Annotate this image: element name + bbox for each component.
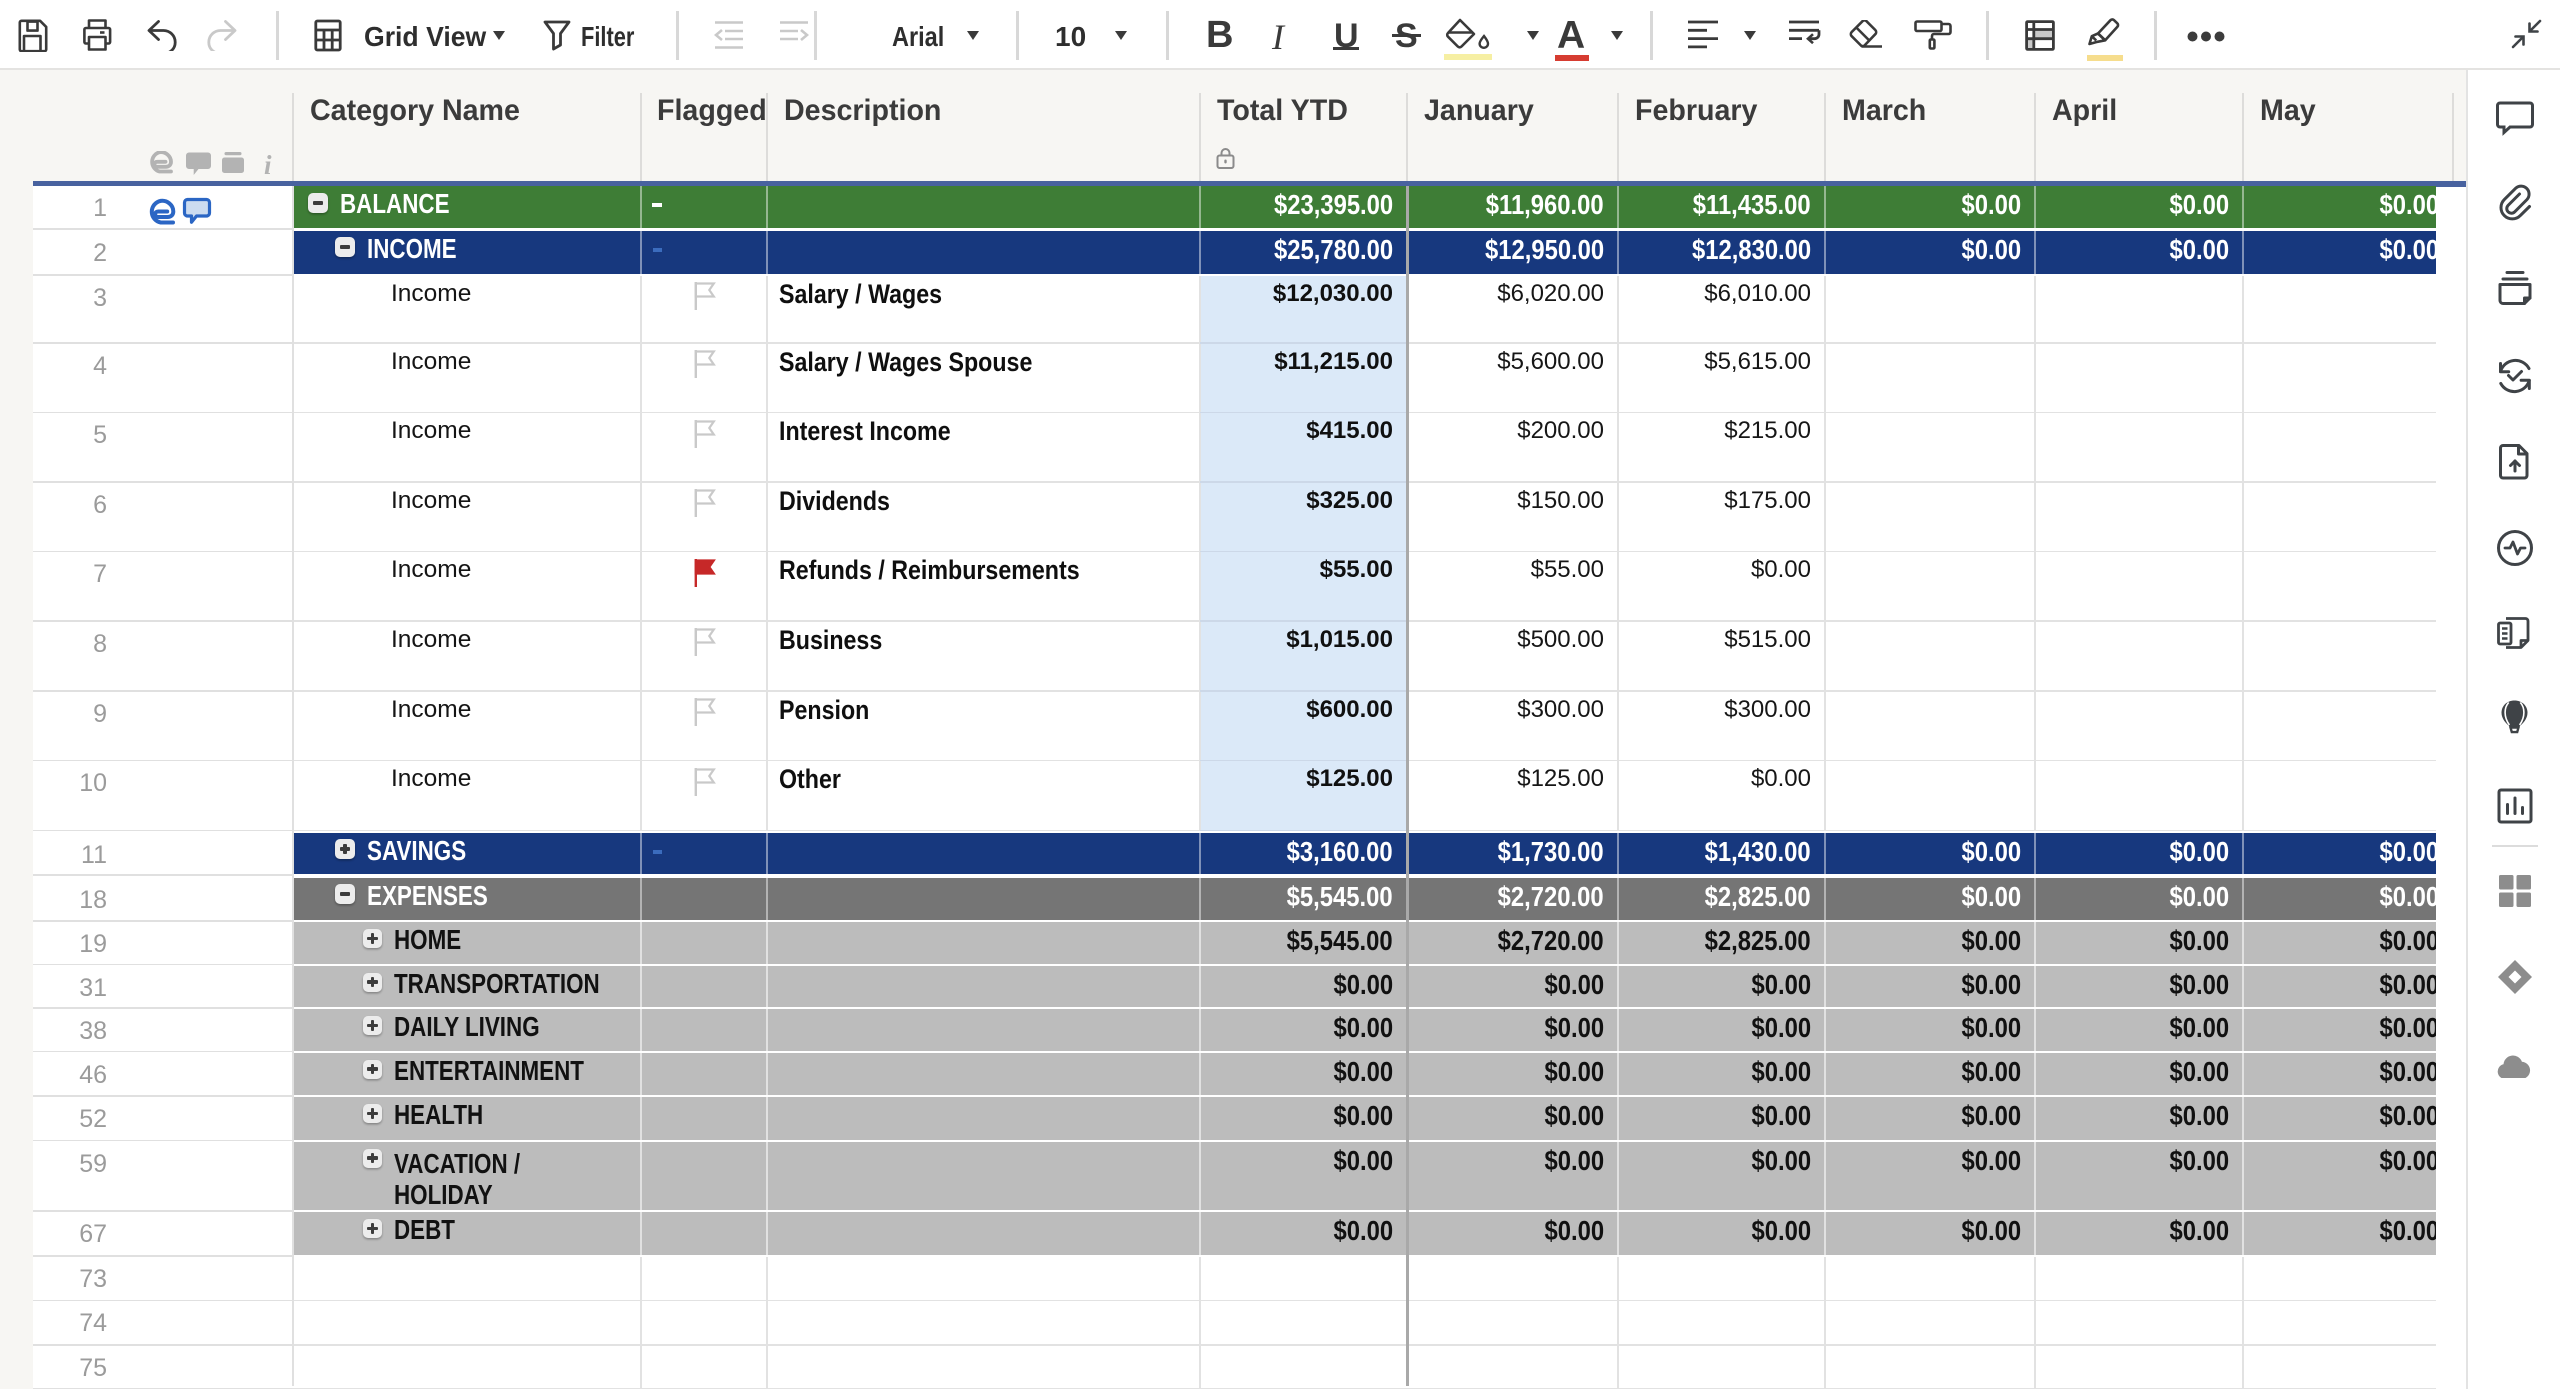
svg-text:i: i [264, 151, 272, 177]
